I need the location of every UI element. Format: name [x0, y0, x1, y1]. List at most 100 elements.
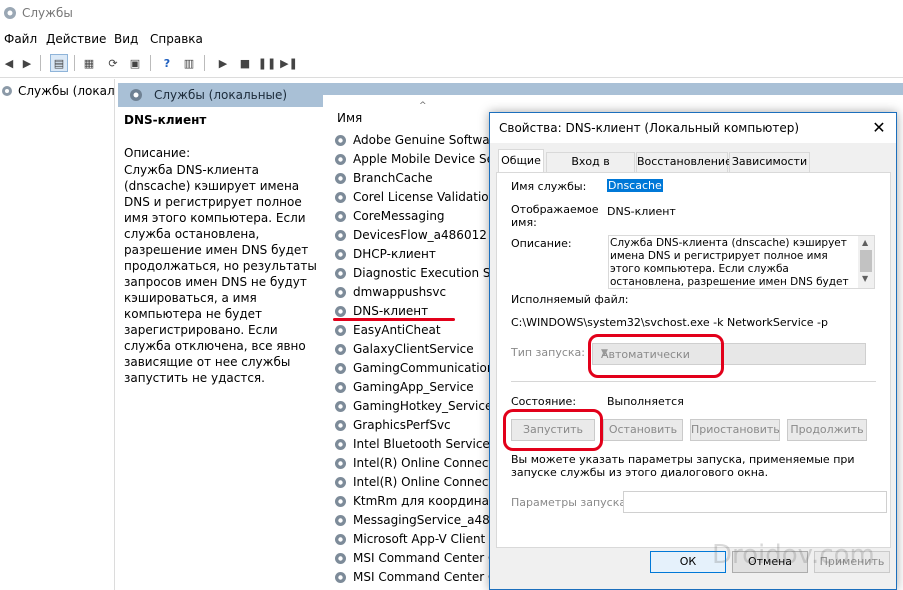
display-name-value: DNS-клиент	[607, 205, 676, 218]
service-name: Intel(R) Online Connect	[353, 456, 494, 470]
service-name: GamingCommunication	[353, 361, 495, 375]
column-header-name[interactable]: Имя	[337, 111, 362, 125]
console-tree: Службы (локалы	[0, 79, 115, 590]
window-title: Службы	[22, 6, 73, 20]
sort-ascending-icon: ^	[419, 101, 427, 111]
menu-action[interactable]: Действие	[46, 32, 106, 46]
restart-icon[interactable]: ▶❚	[280, 54, 298, 72]
service-name: Diagnostic Execution Serv	[353, 266, 510, 280]
services-gear-icon	[4, 7, 16, 19]
service-gear-icon	[335, 192, 346, 203]
service-gear-icon	[335, 572, 346, 583]
service-name-label: Имя службы:	[511, 180, 587, 193]
service-gear-icon	[335, 553, 346, 564]
service-name: Apple Mobile Device Servi	[353, 152, 510, 166]
description-scrollbar[interactable]: ▲ ▼	[858, 236, 874, 288]
service-gear-icon	[335, 382, 346, 393]
menu-help[interactable]: Справка	[150, 32, 203, 46]
service-name: Intel(R) Online Connect H	[353, 475, 507, 489]
menu-bar: Файл Действие Вид Справка	[0, 28, 903, 50]
stop-button[interactable]: Остановить	[603, 419, 683, 441]
service-gear-icon	[335, 439, 346, 450]
tab-general[interactable]: Общие	[498, 149, 544, 173]
properties-dialog: Свойства: DNS-клиент (Локальный компьюте…	[489, 112, 897, 590]
back-arrow-icon[interactable]: ◀	[0, 54, 18, 72]
service-gear-icon	[335, 268, 346, 279]
service-gear-icon	[335, 230, 346, 241]
scroll-up-icon[interactable]: ▲	[862, 238, 868, 247]
service-name: MSI Command Center Clo	[353, 551, 508, 565]
service-gear-icon	[335, 249, 346, 260]
description-panel: DNS-клиент Описание: Служба DNS-клиента …	[118, 107, 323, 590]
forward-arrow-icon[interactable]: ▶	[18, 54, 36, 72]
executable-path: C:\WINDOWS\system32\svchost.exe -k Netwo…	[511, 316, 829, 329]
service-gear-icon	[335, 325, 346, 336]
service-gear-icon	[335, 458, 346, 469]
startup-params-hint: Вы можете указать параметры запуска, при…	[511, 453, 855, 479]
services-gear-icon	[130, 89, 142, 101]
console-tree-icon[interactable]: ▤	[50, 54, 68, 72]
separator	[511, 381, 876, 382]
service-gear-icon	[335, 401, 346, 412]
status-label: Состояние:	[511, 395, 577, 408]
service-name: DevicesFlow_a486012	[353, 228, 487, 242]
dialog-title: Свойства: DNS-клиент (Локальный компьюте…	[499, 121, 800, 135]
service-name: dmwappushsvc	[353, 285, 447, 299]
resume-button[interactable]: Продолжить	[787, 419, 867, 441]
description-label: Описание:	[124, 146, 191, 160]
stop-icon[interactable]: ■	[236, 54, 254, 72]
service-gear-icon	[335, 173, 346, 184]
menu-view[interactable]: Вид	[114, 32, 138, 46]
service-gear-icon	[335, 515, 346, 526]
close-icon[interactable]: ✕	[868, 117, 890, 139]
pause-icon[interactable]: ❚❚	[258, 54, 276, 72]
service-gear-icon	[335, 135, 346, 146]
service-name: CoreMessaging	[353, 209, 445, 223]
scrollbar-thumb[interactable]	[860, 250, 872, 272]
service-gear-icon	[335, 496, 346, 507]
service-name: BranchCache	[353, 171, 433, 185]
service-gear-icon	[335, 344, 346, 355]
export-list-icon[interactable]: ▣	[126, 54, 144, 72]
display-name-label: Отображаемое имя:	[511, 203, 599, 229]
toolbar-separator	[150, 55, 151, 71]
service-name: GraphicsPerfSvc	[353, 418, 451, 432]
tab-recovery[interactable]: Восстановление	[636, 152, 732, 172]
scroll-down-icon[interactable]: ▼	[862, 274, 868, 283]
startup-params-input[interactable]	[623, 491, 887, 513]
service-gear-icon	[335, 534, 346, 545]
annotation-underline	[333, 318, 455, 321]
description-field-label: Описание:	[511, 237, 572, 250]
service-gear-icon	[335, 306, 346, 317]
tab-logon[interactable]: Вход в систему	[546, 152, 635, 186]
service-name: Microsoft App-V Client	[353, 532, 486, 546]
window-titlebar: Службы	[0, 0, 903, 28]
pause-button[interactable]: Приостановить	[690, 419, 780, 441]
properties-sheet-icon[interactable]: ▦	[80, 54, 98, 72]
service-name: GamingApp_Service	[353, 380, 474, 394]
service-gear-icon	[335, 287, 346, 298]
service-gear-icon	[335, 363, 346, 374]
service-name: DNS-клиент	[353, 304, 429, 318]
description-field[interactable]: Служба DNS-клиента (dnscache) кэширует и…	[608, 235, 875, 289]
play-icon[interactable]: ▶	[214, 54, 232, 72]
refresh-icon[interactable]: ⟳	[104, 54, 122, 72]
service-name: KtmRm для координатор	[353, 494, 511, 508]
tree-item-label: Службы (локалы	[18, 84, 115, 98]
description-text: Служба DNS-клиента (dnscache) кэширует и…	[124, 163, 317, 385]
help-icon[interactable]: ?	[158, 54, 176, 72]
menu-file[interactable]: Файл	[4, 32, 37, 46]
show-hide-pane-icon[interactable]: ▥	[180, 54, 198, 72]
tab-dependencies[interactable]: Зависимости	[729, 152, 810, 172]
service-name-value[interactable]: Dnscache	[607, 179, 663, 192]
startup-params-label: Параметры запуска:	[511, 496, 630, 509]
service-name: DHCP-клиент	[353, 247, 436, 261]
services-gear-icon	[2, 86, 12, 96]
startup-type-label: Тип запуска:	[511, 346, 585, 359]
executable-label: Исполняемый файл:	[511, 293, 629, 306]
service-name: GamingHotkey_Service	[353, 399, 493, 413]
watermark: Droidov.com	[712, 540, 875, 570]
annotation-ring-start-button	[503, 409, 603, 451]
pane-header-title: Службы (локальные)	[154, 88, 288, 102]
tree-item-local-services[interactable]: Службы (локалы	[0, 82, 115, 102]
